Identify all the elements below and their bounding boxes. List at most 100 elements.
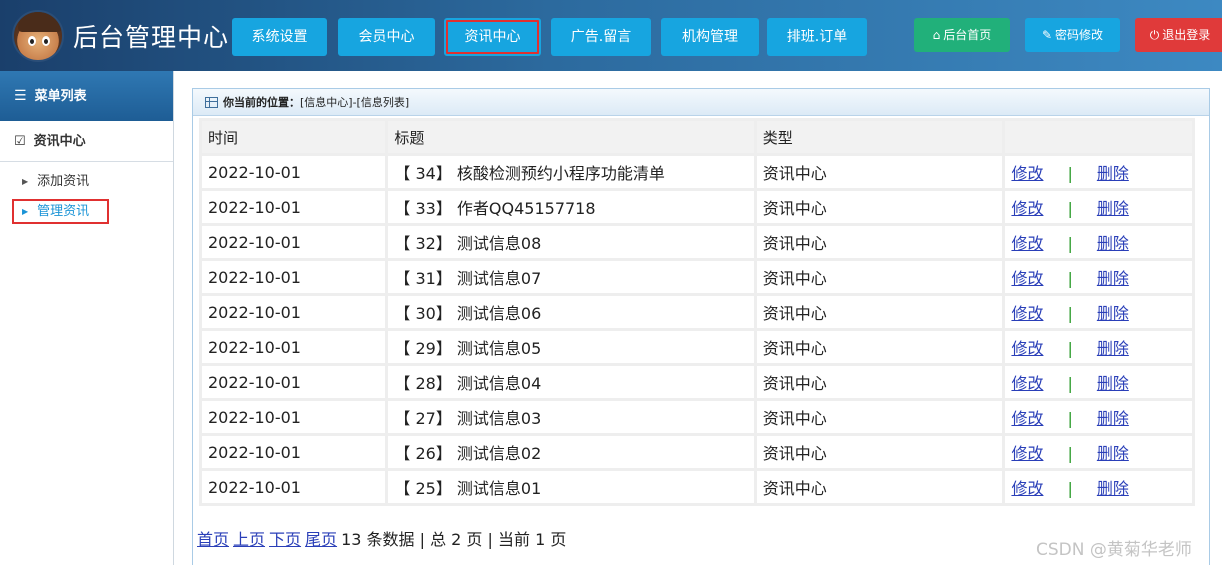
window-icon	[205, 97, 218, 108]
home-icon: ⌂	[932, 28, 941, 42]
nav-ads-messages[interactable]: 广告.留言	[551, 18, 651, 56]
nav-member-center[interactable]: 会员中心	[338, 18, 435, 56]
cell-type: 资讯中心	[756, 156, 1003, 188]
action-separator: |	[1067, 339, 1073, 358]
action-separator: |	[1067, 304, 1073, 323]
delete-link[interactable]: 删除	[1097, 199, 1129, 218]
table-row: 2022-10-01 【 34】 核酸检测预约小程序功能清单 资讯中心 修改 | 删除	[202, 156, 1192, 188]
edit-link[interactable]: 修改	[1011, 199, 1043, 218]
cell-title: 【 32】 测试信息08	[388, 226, 754, 258]
main-panel: 你当前的位置：[信息中心]-[信息列表] 时间 标题 类型 2022-10-01…	[192, 88, 1210, 565]
action-separator: |	[1067, 269, 1073, 288]
cell-type: 资讯中心	[756, 331, 1003, 363]
cell-time: 2022-10-01	[202, 436, 386, 468]
delete-link[interactable]: 删除	[1097, 339, 1129, 358]
logout-button[interactable]: ⏻ 退出登录	[1135, 18, 1222, 52]
sidebar: ☰ 菜单列表 ☑ 资讯中心 ▶ 添加资讯 ▶ 管理资讯	[0, 71, 174, 565]
sidebar-section-news[interactable]: ☑ 资讯中心	[0, 122, 173, 162]
edit-link[interactable]: 修改	[1011, 374, 1043, 393]
edit-link[interactable]: 修改	[1011, 444, 1043, 463]
home-button[interactable]: ⌂ 后台首页	[914, 18, 1010, 52]
delete-link[interactable]: 删除	[1097, 444, 1129, 463]
cell-type: 资讯中心	[756, 401, 1003, 433]
edit-link[interactable]: 修改	[1011, 269, 1043, 288]
action-separator: |	[1067, 374, 1073, 393]
action-separator: |	[1067, 444, 1073, 463]
delete-link[interactable]: 删除	[1097, 234, 1129, 253]
delete-link[interactable]: 删除	[1097, 409, 1129, 428]
pager-first-link[interactable]: 首页	[197, 530, 229, 549]
sidebar-item-add-news[interactable]: ▶ 添加资讯	[0, 170, 173, 194]
cell-type: 资讯中心	[756, 436, 1003, 468]
cell-time: 2022-10-01	[202, 366, 386, 398]
column-header-time: 时间	[202, 121, 386, 153]
cell-title: 【 29】 测试信息05	[388, 331, 754, 363]
delete-link[interactable]: 删除	[1097, 269, 1129, 288]
logo-avatar	[12, 10, 64, 62]
list-icon: ☰	[14, 88, 27, 104]
action-separator: |	[1067, 199, 1073, 218]
edit-link[interactable]: 修改	[1011, 304, 1043, 323]
cell-title: 【 25】 测试信息01	[388, 471, 754, 503]
column-header-type: 类型	[756, 121, 1003, 153]
edit-link[interactable]: 修改	[1011, 339, 1043, 358]
site-title: 后台管理中心	[73, 23, 230, 52]
delete-link[interactable]: 删除	[1097, 164, 1129, 183]
home-button-label: 后台首页	[943, 28, 992, 42]
cell-time: 2022-10-01	[202, 401, 386, 433]
edit-link[interactable]: 修改	[1011, 409, 1043, 428]
breadcrumb-label: 你当前的位置：	[223, 96, 300, 109]
cell-time: 2022-10-01	[202, 261, 386, 293]
nav-institution-management[interactable]: 机构管理	[661, 18, 759, 56]
table-row: 2022-10-01 【 27】 测试信息03 资讯中心 修改 | 删除	[202, 401, 1192, 433]
cell-actions: 修改 | 删除	[1005, 401, 1192, 433]
pager-next-link[interactable]: 下页	[269, 530, 301, 549]
edit-link[interactable]: 修改	[1011, 479, 1043, 498]
pager-prev-link[interactable]: 上页	[233, 530, 265, 549]
nav-news-center[interactable]: 资讯中心	[444, 18, 541, 56]
sidebar-header: ☰ 菜单列表	[0, 71, 173, 121]
edit-link[interactable]: 修改	[1011, 234, 1043, 253]
cell-actions: 修改 | 删除	[1005, 471, 1192, 503]
cell-title: 【 26】 测试信息02	[388, 436, 754, 468]
logout-label: 退出登录	[1162, 28, 1211, 42]
news-table: 时间 标题 类型 2022-10-01 【 34】 核酸检测预约小程序功能清单 资讯…	[199, 118, 1195, 506]
nav-schedule-orders[interactable]: 排班.订单	[767, 18, 867, 56]
table-row: 2022-10-01 【 26】 测试信息02 资讯中心 修改 | 删除	[202, 436, 1192, 468]
cell-type: 资讯中心	[756, 471, 1003, 503]
cell-actions: 修改 | 删除	[1005, 226, 1192, 258]
edit-icon: ☑	[14, 134, 26, 149]
pager-last-link[interactable]: 尾页	[305, 530, 337, 549]
cell-time: 2022-10-01	[202, 471, 386, 503]
caret-right-icon: ▶	[22, 207, 29, 216]
cell-time: 2022-10-01	[202, 226, 386, 258]
delete-link[interactable]: 删除	[1097, 479, 1129, 498]
change-password-button[interactable]: ✎ 密码修改	[1025, 18, 1120, 52]
cell-type: 资讯中心	[756, 296, 1003, 328]
cell-actions: 修改 | 删除	[1005, 296, 1192, 328]
edit-link[interactable]: 修改	[1011, 164, 1043, 183]
cell-title: 【 30】 测试信息06	[388, 296, 754, 328]
column-header-title: 标题	[388, 121, 754, 153]
sidebar-title: 菜单列表	[34, 89, 87, 104]
power-icon: ⏻	[1149, 28, 1160, 42]
delete-link[interactable]: 删除	[1097, 304, 1129, 323]
sidebar-item-manage-news[interactable]: ▶ 管理资讯	[0, 200, 173, 224]
pagination: 首页 上页 下页 尾页 13 条数据 | 总 2 页 | 当前 1 页	[197, 526, 566, 550]
action-separator: |	[1067, 164, 1073, 183]
breadcrumb: 你当前的位置：[信息中心]-[信息列表]	[193, 89, 1209, 116]
cell-time: 2022-10-01	[202, 156, 386, 188]
watermark: CSDN @黄菊华老师	[1036, 540, 1192, 560]
sidebar-item-label: 添加资讯	[37, 174, 90, 189]
cell-actions: 修改 | 删除	[1005, 331, 1192, 363]
wrench-icon: ✎	[1041, 28, 1053, 42]
table-header-row: 时间 标题 类型	[202, 121, 1192, 153]
table-row: 2022-10-01 【 30】 测试信息06 资讯中心 修改 | 删除	[202, 296, 1192, 328]
cell-type: 资讯中心	[756, 261, 1003, 293]
cell-type: 资讯中心	[756, 226, 1003, 258]
table-row: 2022-10-01 【 25】 测试信息01 资讯中心 修改 | 删除	[202, 471, 1192, 503]
cell-title: 【 34】 核酸检测预约小程序功能清单	[388, 156, 754, 188]
nav-system-settings[interactable]: 系统设置	[232, 18, 327, 56]
cell-type: 资讯中心	[756, 191, 1003, 223]
delete-link[interactable]: 删除	[1097, 374, 1129, 393]
